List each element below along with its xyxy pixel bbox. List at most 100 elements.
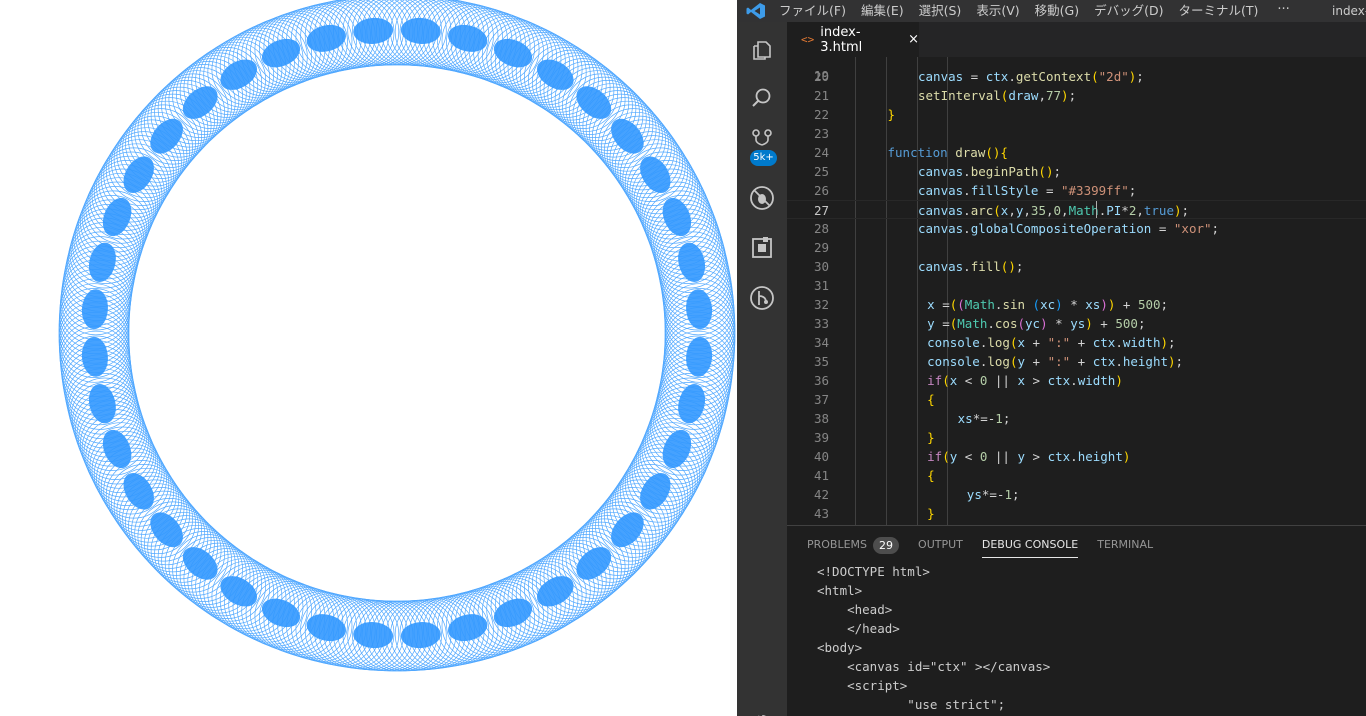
code-text: setInterval(draw,77); [918,88,1077,103]
line-number: 32 [813,297,829,312]
git-graph-icon[interactable] [737,274,787,322]
line-number: 23 [813,126,829,141]
menu-more-icon[interactable]: ··· [1277,0,1289,22]
code-text: canvas.arc(x,y,35,0,Math.PI*2,true); [918,203,1190,218]
code-line: 42 ys*=-1; [787,485,1366,504]
line-number: 24 [813,145,829,160]
xor-circle-ring-drawing [58,0,736,672]
code-line: 19 [787,57,1366,83]
code-line: 26 canvas.fillStyle = "#3399ff"; [787,181,1366,200]
code-text: { [927,468,935,483]
code-text: { [927,392,935,407]
bottom-panel: PROBLEMS 29 OUTPUT DEBUG CONSOLE TERMINAL <!… [787,525,1366,716]
code-line: 29 [787,238,1366,257]
panel-tab-label: PROBLEMS [807,538,868,551]
circle-outlines [58,0,736,672]
line-number: 28 [813,221,829,236]
line-number: 27 [813,203,829,218]
tab-index-3-html[interactable]: <> index-3.html × [787,22,919,57]
settings-gear-icon[interactable] [737,700,787,716]
line-number: 37 [813,392,829,407]
code-text: } [927,430,935,445]
line-number: 40 [813,449,829,464]
extensions-icon[interactable] [737,224,787,272]
code-text: xs*=-1; [957,411,1011,426]
code-line: 34 console.log(x + ":" + ctx.width); [787,333,1366,352]
code-line: 33 y =(Math.cos(yc) * ys) + 500; [787,314,1366,333]
line-number: 41 [813,468,829,483]
code-text: canvas.fill(); [918,259,1024,274]
line-number: 25 [813,164,829,179]
code-line: 21 setInterval(draw,77); [787,86,1366,105]
code-line: 30 canvas.fill(); [787,257,1366,276]
code-line: 27 canvas.arc(x,y,35,0,Math.PI*2,true); [787,200,1366,219]
menu-bar: ファイル(F) 編集(E) 選択(S) 表示(V) 移動(G) デバッグ(D) ターミナル(… [737,0,1366,22]
panel-tab-label: DEBUG CONSOLE [981,538,1079,551]
problems-count-badge: 29 [873,536,900,554]
line-number: 43 [813,506,829,521]
code-text: if(x < 0 || x > ctx.width) [927,373,1123,388]
line-number: 30 [813,259,829,274]
menu-item[interactable]: ファイル(F) [779,0,854,22]
console-line: <script> [817,678,908,693]
console-line: <head> [817,602,893,617]
line-number: 26 [813,183,829,198]
code-line: 39} [787,428,1366,447]
code-text: function draw(){ [887,145,1008,160]
console-line: <!DOCTYPE html> [817,564,930,579]
code-line: 38 xs*=-1; [787,409,1366,428]
menu-item[interactable]: ターミナル(T) [1178,0,1266,22]
code-line: 25 canvas.beginPath(); [787,162,1366,181]
code-text: y =(Math.cos(yc) * ys) + 500; [927,316,1146,331]
line-number: 42 [813,487,829,502]
tab-label: index-3.html [820,24,863,55]
panel-tab-terminal[interactable]: TERMINAL [1097,526,1153,564]
code-text: x =((Math.sin (xc) * xs)) + 500; [927,297,1169,312]
menu-item[interactable]: 選択(S) [919,0,970,22]
line-number: 33 [813,316,829,331]
code-line: 35 console.log(y + ":" + ctx.height); [787,352,1366,371]
text-cursor [1096,201,1097,218]
console-line: <html> [817,583,863,598]
line-number: 21 [813,88,829,103]
code-text: canvas.beginPath(); [918,164,1062,179]
code-line: 28 canvas.globalCompositeOperation = "xor… [787,219,1366,238]
debug-icon[interactable] [737,174,787,222]
search-icon[interactable] [737,74,787,122]
window-title: index- [1332,4,1366,18]
panel-tab-debug-console[interactable]: DEBUG CONSOLE [981,526,1079,564]
canvas-output [0,0,737,716]
code-text: } [887,107,896,122]
menu-item[interactable]: デバッグ(D) [1094,0,1171,22]
code-line: 20 canvas = ctx.getContext("2d"); [787,67,1366,86]
tab-close-icon[interactable]: × [908,32,919,47]
console-line: <body> [817,640,863,655]
code-line: 40 if(y < 0 || y > ctx.height) [787,447,1366,466]
menu-item[interactable]: 移動(G) [1035,0,1087,22]
line-number: 31 [813,278,829,293]
code-editor[interactable]: 19 20 canvas = ctx.getContext("2d"); 21 set… [787,57,1366,525]
code-line: 41 { [787,466,1366,485]
panel-tabs: PROBLEMS 29 OUTPUT DEBUG CONSOLE TERMINAL [807,526,1172,564]
explorer-files-icon[interactable] [737,26,787,74]
line-number: 39 [813,430,829,445]
html-file-icon: <> [801,33,815,46]
activity-bar: 5k+ [737,22,787,716]
menu-item[interactable]: 表示(V) [976,0,1027,22]
panel-tab-output[interactable]: OUTPUT [918,526,963,564]
code-text: canvas = ctx.getContext("2d"); [918,69,1144,84]
vscode-window: ファイル(F) 編集(E) 選択(S) 表示(V) 移動(G) デバッグ(D) ターミナル(… [737,0,1366,716]
line-number: 20 [813,69,829,84]
panel-tab-label: TERMINAL [1097,538,1154,551]
code-line: 24 function draw(){ [787,143,1366,162]
code-text: console.log(y + ":" + ctx.height); [927,354,1184,369]
code-line: 32 x =((Math.sin (xc) * xs)) + 500; [787,295,1366,314]
source-control-badge: 5k+ [750,150,777,166]
menu-item[interactable]: 編集(E) [861,0,912,22]
line-number: 36 [813,373,829,388]
panel-tab-problems[interactable]: PROBLEMS 29 [807,526,900,564]
code-text: ys*=-1; [966,487,1020,502]
console-line: <canvas id="ctx" ></canvas> [817,659,1051,674]
code-text: if(y < 0 || y > ctx.height) [927,449,1131,464]
code-line: 22} [787,105,1366,124]
